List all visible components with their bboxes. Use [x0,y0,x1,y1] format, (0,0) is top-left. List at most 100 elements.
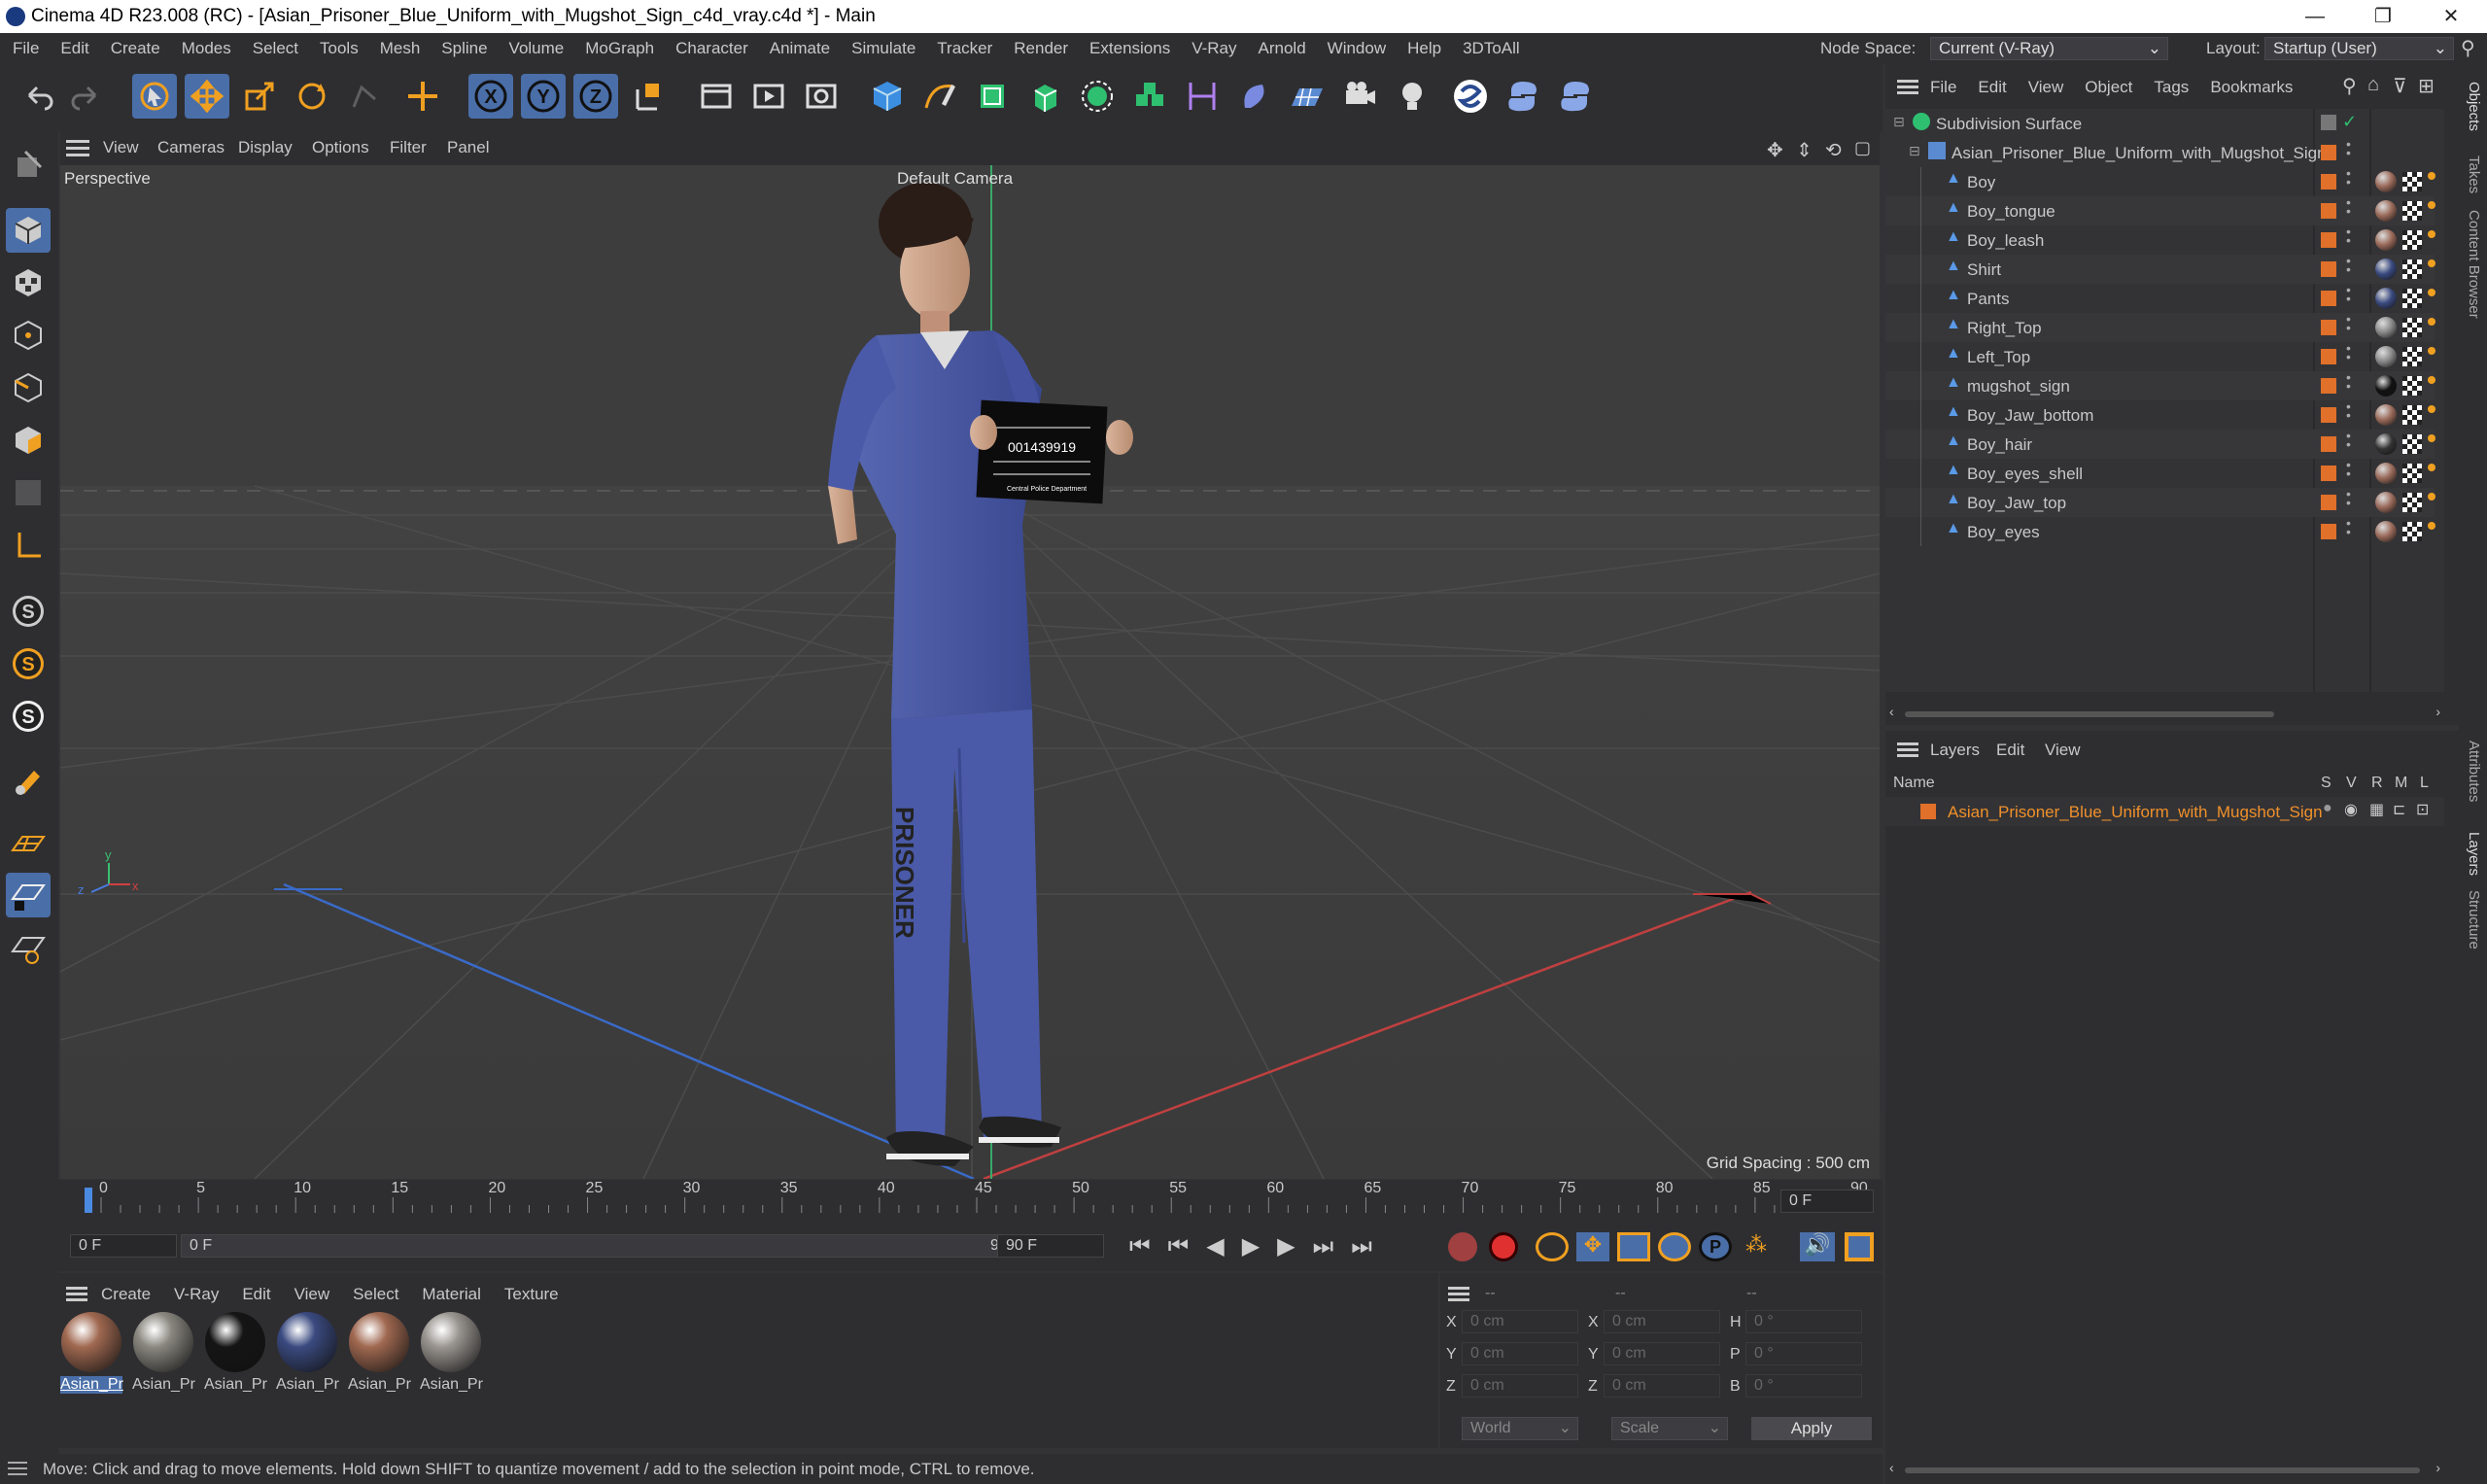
mograph-icon[interactable] [1127,74,1172,119]
menu-modes[interactable]: Modes [171,33,242,64]
layer-color-tag[interactable] [2321,232,2336,248]
layers-menu-edit[interactable]: Edit [1996,741,2024,760]
material-tag-icon[interactable] [2375,317,2397,338]
polygon-pen-icon[interactable] [342,74,387,119]
vray-tag-icon[interactable] [2428,201,2435,209]
vray-tag-icon[interactable] [2428,434,2435,442]
3d-viewport[interactable]: PRISONER 001439919 Central Police Depart… [60,165,1880,1179]
vray-tag-icon[interactable] [2428,172,2435,180]
timeline-icon[interactable] [1845,1232,1874,1261]
motion-sound-icon[interactable]: 🔊 [1800,1232,1835,1261]
search-icon[interactable]: ⚲ [2342,74,2357,98]
key-position-icon[interactable]: ✥ [1576,1232,1609,1261]
viewport-menu-cameras[interactable]: Cameras [157,138,225,157]
transform-mode-dropdown[interactable]: Scale ⌄ [1611,1417,1728,1440]
vray-tag-icon[interactable] [2428,318,2435,326]
z-axis-lock-icon[interactable]: Z [573,74,618,119]
object-menu-tags[interactable]: Tags [2154,78,2189,96]
magnet-icon[interactable] [6,758,51,803]
make-editable-icon[interactable] [6,142,51,187]
key-parameter-icon[interactable]: P [1699,1232,1732,1261]
scale-tool-icon[interactable] [237,74,282,119]
render-settings-icon[interactable] [799,74,844,119]
camera-label[interactable]: Default Camera [897,169,1013,189]
lock-icon[interactable]: ⊡ [2416,800,2429,819]
coord-value-field[interactable]: 0 ° [1745,1374,1862,1398]
coordinate-system-dropdown[interactable]: World ⌄ [1462,1417,1578,1440]
material-tag-icon[interactable] [2375,200,2397,222]
hamburger-icon[interactable] [1897,80,1918,95]
visibility-dots-icon[interactable]: • • [2346,312,2351,334]
material-menu-edit[interactable]: Edit [242,1285,270,1303]
menu-select[interactable]: Select [242,33,309,64]
enabled-check-icon[interactable]: ✓ [2342,112,2357,132]
uvw-tag-icon[interactable] [2402,405,2422,425]
vray-tag-icon[interactable] [2428,259,2435,267]
viewport-menu-filter[interactable]: Filter [390,138,427,157]
menu-spline[interactable]: Spline [431,33,498,64]
render-view-icon[interactable] [694,74,739,119]
y-axis-lock-icon[interactable]: Y [521,74,566,119]
python-icon[interactable] [1501,74,1545,119]
menu-simulate[interactable]: Simulate [841,33,926,64]
tab-layers[interactable]: Layers [2466,832,2482,876]
visibility-dots-icon[interactable]: • • [2346,516,2351,538]
layer-color-tag[interactable] [2321,495,2336,510]
zoom-view-icon[interactable]: ⇕ [1796,138,1813,162]
material-tag-icon[interactable] [2375,229,2397,251]
layer-color-tag[interactable] [2321,466,2336,481]
hamburger-icon[interactable] [1897,742,1918,758]
axis-mode-icon[interactable] [6,523,51,568]
material-menu-create[interactable]: Create [101,1285,151,1303]
layer-row[interactable]: Asian_Prisoner_Blue_Uniform_with_Mugshot… [1885,797,2444,826]
key-rotation-icon[interactable] [1658,1232,1691,1261]
material-tag-icon[interactable] [2375,492,2397,513]
visibility-dots-icon[interactable]: • • [2346,283,2351,305]
material-swatch[interactable]: Asian_Pr [132,1312,195,1394]
visibility-dots-icon[interactable]: • • [2346,458,2351,480]
coord-value-field[interactable]: 0 cm [1604,1374,1720,1398]
material-swatch[interactable]: Asian_Pr [60,1312,123,1394]
object-row-subdivision[interactable]: ⊟ Subdivision Surface ✓ [1885,109,2435,138]
autokey-icon[interactable] [1489,1232,1518,1261]
object-row[interactable]: ▲ Shirt • • [1885,254,2435,284]
subdivision-icon[interactable] [970,74,1015,119]
layer-hscrollbar[interactable]: ‹ › [1885,1460,2444,1477]
object-row[interactable]: ▲ Boy • • [1885,166,2435,196]
visibility-toggle[interactable] [2321,115,2336,130]
coordinate-system-icon[interactable] [626,74,671,119]
menu-edit[interactable]: Edit [50,33,99,64]
layers-menu-layers[interactable]: Layers [1930,741,1980,760]
point-mode-icon[interactable] [6,313,51,358]
layer-color-tag[interactable] [2321,378,2336,394]
tab-structure[interactable]: Structure [2466,890,2482,949]
uvw-tag-icon[interactable] [2402,172,2422,191]
visibility-dots-icon[interactable]: • • [2346,341,2351,363]
minimize-icon[interactable]: — [2286,0,2344,33]
uvw-tag-icon[interactable] [2402,289,2422,308]
hamburger-icon[interactable] [1448,1287,1469,1302]
material-swatch[interactable]: Asian_Pr [276,1312,339,1394]
layer-color-tag[interactable] [2321,261,2336,277]
keyframe-selection-icon[interactable] [1536,1232,1569,1261]
visibility-dots-icon[interactable]: • • [2346,399,2351,422]
light-icon[interactable] [1390,74,1434,119]
prev-key-icon[interactable]: ⏮ [1168,1233,1207,1260]
menu-window[interactable]: Window [1317,33,1397,64]
coord-value-field[interactable]: 0 cm [1462,1310,1578,1333]
layers-menu-view[interactable]: View [2045,741,2081,760]
tab-attributes[interactable]: Attributes [2466,741,2482,802]
menu-extensions[interactable]: Extensions [1079,33,1181,64]
object-row[interactable]: ▲ Left_Top • • [1885,341,2435,371]
workplane-icon[interactable] [6,820,51,865]
vray-tag-icon[interactable] [2428,464,2435,471]
eye-icon[interactable]: ◉ [2344,800,2358,819]
layer-color-swatch[interactable] [1920,804,1936,819]
vray-tag-icon[interactable] [2428,405,2435,413]
solo-icon[interactable]: ● [2323,800,2332,817]
key-pla-icon[interactable]: ⁂ [1740,1232,1773,1261]
camera-icon[interactable] [1337,74,1382,119]
object-row[interactable]: ▲ Boy_Jaw_bottom • • [1885,399,2435,430]
object-row[interactable]: ▲ Boy_leash • • [1885,224,2435,255]
material-menu-view[interactable]: View [294,1285,330,1303]
